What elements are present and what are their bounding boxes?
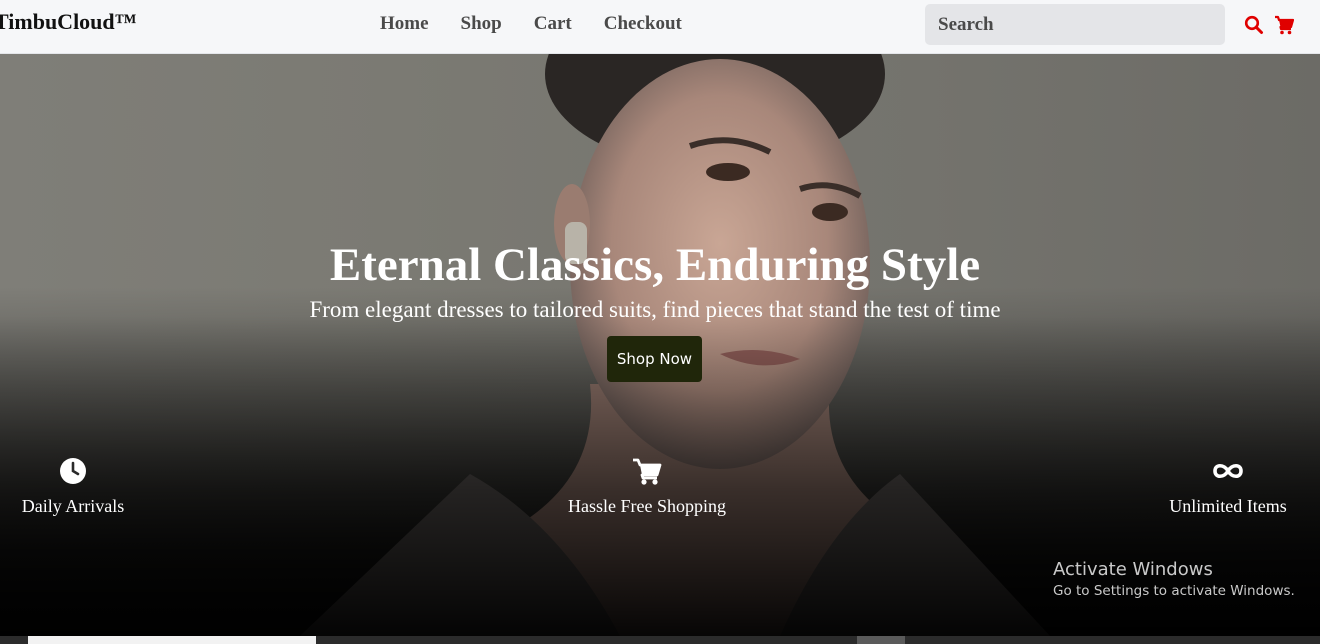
activation-title: Activate Windows [1053,559,1213,580]
hero-banner: Eternal Classics, Enduring Style From el… [0,54,1320,636]
taskbar-item [857,636,905,644]
site-header: TimbuCloud™ Home Shop Cart Checkout [0,0,1320,54]
nav-cart-link[interactable]: Cart [534,13,572,35]
feature-unlimited-items: Unlimited Items [1150,457,1306,517]
activation-subtitle: Go to Settings to activate Windows. [1053,583,1295,599]
feature-hassle-free-shopping: Hassle Free Shopping [547,457,747,517]
nav-home-link[interactable]: Home [380,13,429,35]
hero-subtitle: From elegant dresses to tailored suits, … [309,297,1001,322]
nav-shop-link[interactable]: Shop [461,13,502,35]
hero-title: Eternal Classics, Enduring Style [329,239,981,291]
feature-label: Hassle Free Shopping [568,496,726,516]
cart-icon[interactable] [1274,15,1294,35]
windows-activation-watermark: Activate Windows Go to Settings to activ… [1053,559,1295,599]
feature-label: Daily Arrivals [21,496,125,516]
nav-checkout-link[interactable]: Checkout [604,13,682,35]
shop-now-button[interactable]: Shop Now [607,336,702,382]
search-icon[interactable] [1244,15,1264,35]
cart-icon [633,458,662,485]
feature-label: Unlimited Items [1169,496,1287,516]
brand-logo[interactable]: TimbuCloud™ [0,9,137,35]
main-nav: Home Shop Cart Checkout [380,13,714,35]
taskbar-window-preview [28,636,316,644]
clock-icon [60,458,86,484]
infinity-icon [1213,463,1243,479]
feature-daily-arrivals: Daily Arrivals [0,457,146,517]
search-input[interactable] [925,4,1225,45]
